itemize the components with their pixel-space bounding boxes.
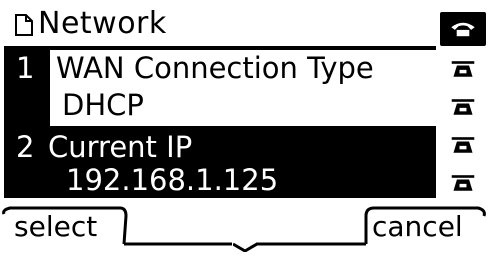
phone-line-icon xyxy=(451,137,475,153)
line-key-3[interactable] xyxy=(440,90,486,124)
list-item-wan-connection-type[interactable]: WAN Connection Type DHCP xyxy=(50,50,436,126)
phone-display: Network 1 WAN Connection Type DHCP 2 Cur… xyxy=(0,0,491,258)
line-key-5[interactable] xyxy=(440,166,486,200)
phone-handset-icon xyxy=(451,22,475,37)
title-bar: Network xyxy=(4,4,424,42)
phone-line-icon xyxy=(451,61,475,77)
list-item-current-ip-value: 192.168.1.125 xyxy=(66,163,279,197)
list-item-label: WAN Connection Type xyxy=(56,51,374,85)
line-keys xyxy=(438,0,491,210)
list-item-number: 1 xyxy=(16,51,35,85)
down-arrow-icon xyxy=(233,242,257,252)
phone-line-icon xyxy=(451,175,475,191)
phone-line-icon xyxy=(451,99,475,115)
list-item-current-ip-label[interactable]: Current IP xyxy=(48,130,192,164)
cancel-softkey[interactable]: cancel xyxy=(372,210,463,244)
line-key-2[interactable] xyxy=(440,52,486,86)
list-item-number: 2 xyxy=(16,130,35,164)
line-key-1[interactable] xyxy=(440,12,486,46)
select-softkey[interactable]: select xyxy=(14,210,97,244)
document-icon xyxy=(15,14,33,36)
menu-list: 1 WAN Connection Type DHCP 2 Current IP … xyxy=(4,46,436,198)
page-title: Network xyxy=(38,6,167,41)
softkey-bar: select cancel xyxy=(0,204,491,258)
list-item-value: DHCP xyxy=(62,88,144,122)
line-key-4[interactable] xyxy=(440,128,486,162)
